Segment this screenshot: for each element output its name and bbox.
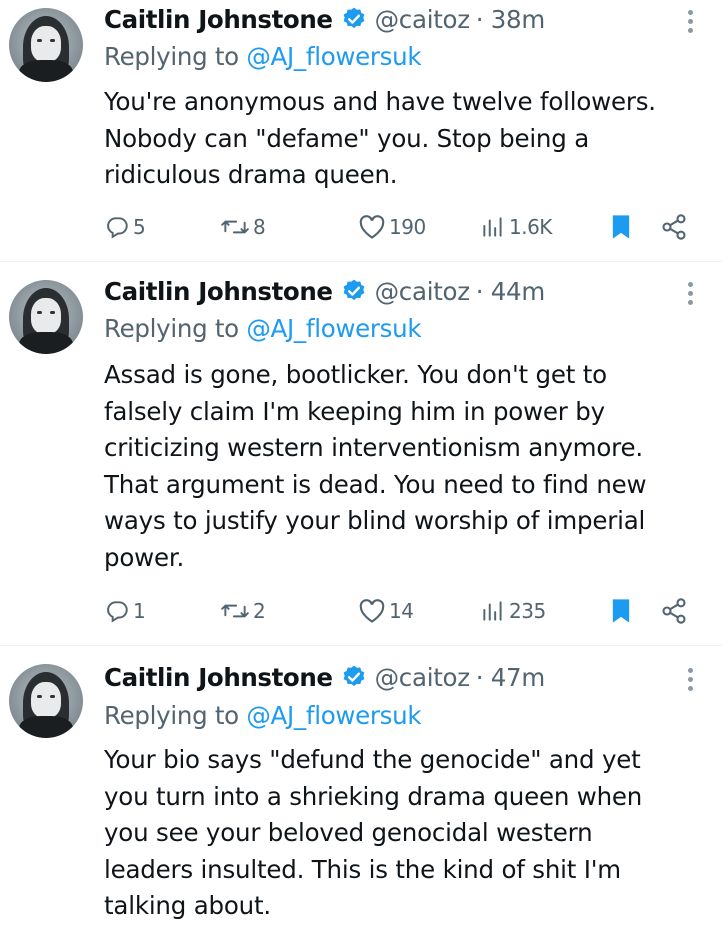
replying-to: Replying to @AJ_flowersuk <box>104 701 422 730</box>
text-line: talking about. <box>104 891 271 920</box>
verified-badge-icon <box>343 279 365 300</box>
bookmark-icon <box>612 599 630 623</box>
like-button[interactable]: 14 <box>358 595 414 627</box>
share-icon <box>662 598 686 624</box>
text-line: ridiculous drama queen. <box>104 160 398 189</box>
tweet[interactable]: Caitlin Johnstone @caitoz · 44m Replying… <box>0 262 722 646</box>
bookmark-icon <box>612 215 630 239</box>
author-handle[interactable]: @caitoz <box>375 277 470 306</box>
mention-link[interactable]: @AJ_flowersuk <box>246 314 421 343</box>
avatar[interactable] <box>9 8 83 82</box>
share-icon <box>662 214 686 240</box>
bookmark-button[interactable] <box>609 595 633 627</box>
bar-chart-icon <box>483 601 502 621</box>
bookmark-button[interactable] <box>609 211 633 243</box>
text-line: Your bio says "defund the genocide" and … <box>104 745 641 774</box>
tweet-header: Caitlin Johnstone @caitoz · 38m <box>104 2 545 36</box>
text-line: power. <box>104 542 185 572</box>
speech-bubble-icon <box>107 601 128 623</box>
replying-prefix: Replying to <box>104 42 239 71</box>
text-line: ways to justify your blind worship of im… <box>104 506 646 535</box>
tweet-text: Assad is gone, bootlicker. You don't get… <box>104 357 714 576</box>
repost-count: 2 <box>253 599 266 623</box>
text-line: you see your beloved genocidal western <box>104 818 593 847</box>
reply-button[interactable]: 5 <box>104 211 146 243</box>
more-vertical-icon[interactable] <box>686 668 694 698</box>
mention-link[interactable]: @AJ_flowersuk <box>246 701 421 730</box>
repost-button[interactable]: 8 <box>220 211 266 243</box>
views-count: 235 <box>509 599 546 623</box>
reply-count: 1 <box>133 599 146 623</box>
share-button[interactable] <box>660 595 688 627</box>
tweet-text: You're anonymous and have twelve followe… <box>104 84 714 194</box>
replying-to: Replying to @AJ_flowersuk <box>104 42 422 71</box>
repost-count: 8 <box>253 215 266 239</box>
tweet-header: Caitlin Johnstone @caitoz · 47m <box>104 660 545 694</box>
more-vertical-icon[interactable] <box>686 282 694 312</box>
text-line: leaders insulted. This is the kind of sh… <box>104 854 621 884</box>
repost-button[interactable]: 2 <box>220 595 266 627</box>
tweet[interactable]: Caitlin Johnstone @caitoz · 47m Replying… <box>0 646 722 943</box>
replying-to: Replying to @AJ_flowersuk <box>104 314 422 343</box>
text-line: Assad is gone, bootlicker. You don't get… <box>104 360 607 389</box>
text-line: you turn into a shrieking drama queen wh… <box>104 781 643 811</box>
views-button[interactable]: 1.6K <box>480 211 552 243</box>
timestamp[interactable]: · 47m <box>476 663 545 692</box>
timestamp[interactable]: · 38m <box>476 5 545 34</box>
tweet-header: Caitlin Johnstone @caitoz · 44m <box>104 274 545 308</box>
reply-button[interactable]: 1 <box>104 595 146 627</box>
author-name[interactable]: Caitlin Johnstone <box>104 5 333 34</box>
bar-chart-icon <box>483 217 502 237</box>
speech-bubble-icon <box>107 217 128 239</box>
text-line: Nobody can "defame" you. Stop being a <box>104 123 590 153</box>
like-count: 190 <box>389 215 426 239</box>
text-line: falsely claim I'm keeping him in power b… <box>104 396 605 426</box>
text-line: That argument is dead. You need to find … <box>104 469 647 499</box>
tweet-text: Your bio says "defund the genocide" and … <box>104 742 714 925</box>
author-name[interactable]: Caitlin Johnstone <box>104 277 333 306</box>
repost-arrows-icon <box>221 220 249 234</box>
tweet[interactable]: Caitlin Johnstone @caitoz · 38m Replying… <box>0 0 722 262</box>
author-name[interactable]: Caitlin Johnstone <box>104 663 333 692</box>
more-vertical-icon[interactable] <box>686 10 694 40</box>
action-bar: 5 8 190 1.6K <box>104 211 694 243</box>
share-button[interactable] <box>660 211 688 243</box>
verified-badge-icon <box>343 7 365 28</box>
replying-prefix: Replying to <box>104 314 239 343</box>
like-count: 14 <box>389 599 414 623</box>
views-count: 1.6K <box>509 215 552 239</box>
mention-link[interactable]: @AJ_flowersuk <box>246 42 421 71</box>
reply-count: 5 <box>133 215 146 239</box>
heart-icon <box>359 599 385 623</box>
action-bar: 1 2 14 235 <box>104 595 694 627</box>
text-line: criticizing western interventionism anym… <box>104 433 643 462</box>
text-line: You're anonymous and have twelve followe… <box>104 87 656 116</box>
heart-icon <box>359 215 385 239</box>
author-handle[interactable]: @caitoz <box>375 5 470 34</box>
avatar[interactable] <box>9 280 83 354</box>
repost-arrows-icon <box>221 604 249 618</box>
replying-prefix: Replying to <box>104 701 239 730</box>
views-button[interactable]: 235 <box>480 595 546 627</box>
author-handle[interactable]: @caitoz <box>375 663 470 692</box>
like-button[interactable]: 190 <box>358 211 426 243</box>
avatar[interactable] <box>9 664 83 738</box>
timestamp[interactable]: · 44m <box>476 277 545 306</box>
verified-badge-icon <box>343 665 365 686</box>
